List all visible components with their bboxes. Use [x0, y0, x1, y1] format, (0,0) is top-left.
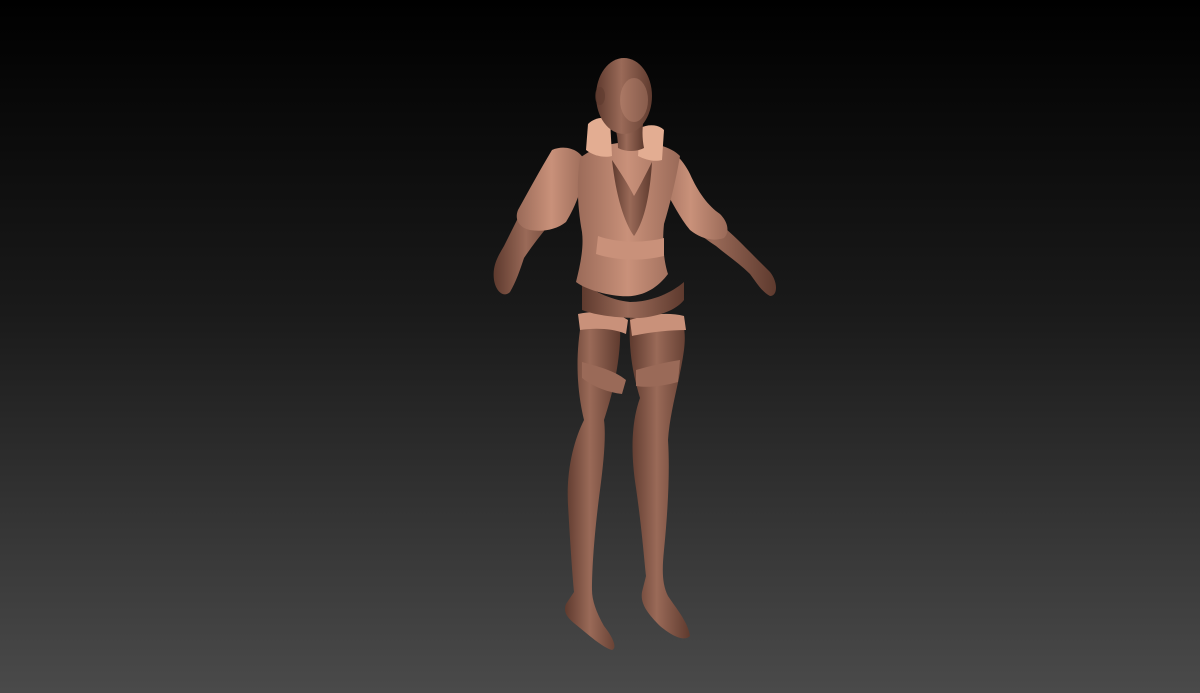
ear [595, 87, 605, 105]
face-highlight [620, 78, 648, 122]
scene-svg [0, 0, 1200, 693]
render-viewport [0, 0, 1200, 693]
